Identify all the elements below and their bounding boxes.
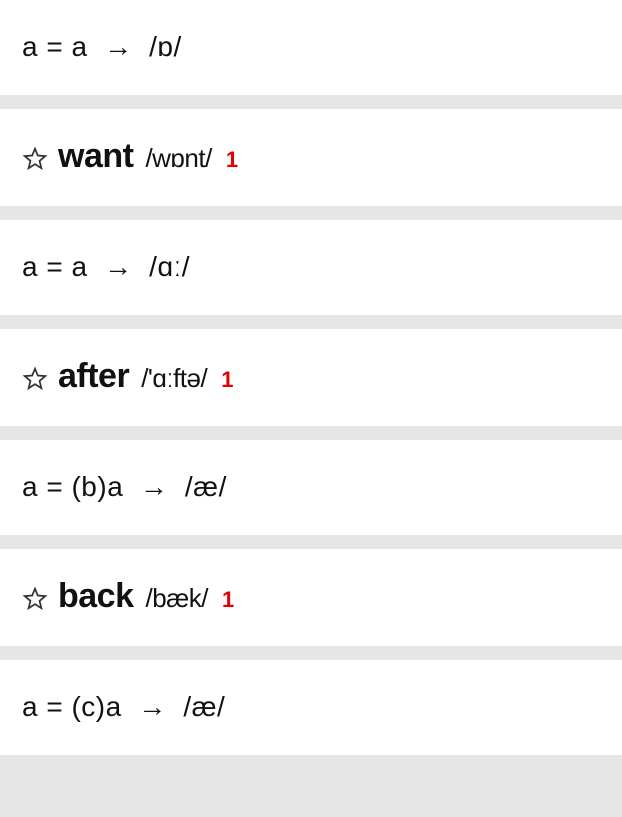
star-icon[interactable]	[22, 366, 48, 392]
word-pronunciation: /wɒnt/	[145, 143, 211, 174]
count-badge: 1	[222, 587, 234, 613]
count-badge: 1	[221, 367, 233, 393]
rule-card[interactable]: a = (c)a → /æ/	[0, 660, 622, 755]
rule-text: a = (b)a → /æ/	[22, 471, 227, 503]
rule-card[interactable]: a = (b)a → /æ/	[0, 440, 622, 535]
word-row: want /wɒnt/ 1	[58, 137, 238, 176]
word-card[interactable]: want /wɒnt/ 1	[0, 109, 622, 206]
word-text: after	[58, 357, 129, 396]
word-pronunciation: /bæk/	[146, 583, 209, 614]
word-pronunciation: /'ɑːftə/	[141, 363, 207, 394]
star-icon[interactable]	[22, 146, 48, 172]
word-row: after /'ɑːftə/ 1	[58, 357, 233, 396]
rule-card[interactable]: a = a → /ɒ/	[0, 0, 622, 95]
word-card[interactable]: after /'ɑːftə/ 1	[0, 329, 622, 426]
word-text: back	[58, 577, 134, 616]
rule-text: a = a → /ɒ/	[22, 31, 182, 63]
rule-text: a = (c)a → /æ/	[22, 691, 225, 723]
rule-card[interactable]: a = a → /ɑː/	[0, 220, 622, 315]
word-row: back /bæk/ 1	[58, 577, 234, 616]
word-card[interactable]: back /bæk/ 1	[0, 549, 622, 646]
star-icon[interactable]	[22, 586, 48, 612]
count-badge: 1	[226, 147, 238, 173]
rule-text: a = a → /ɑː/	[22, 251, 190, 283]
word-text: want	[58, 137, 133, 176]
